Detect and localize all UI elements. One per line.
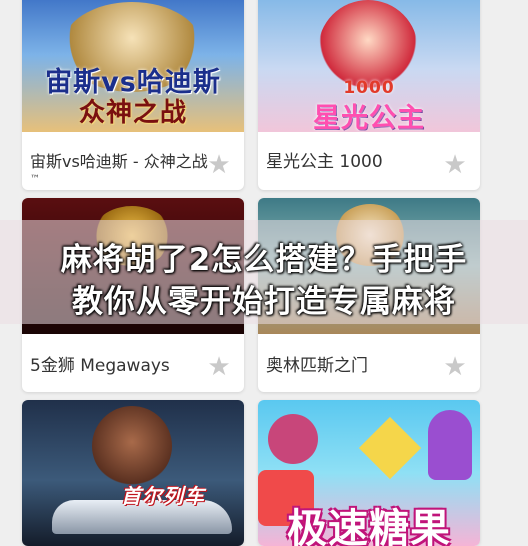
game-title[interactable]: 星光公主 1000 — [266, 152, 383, 172]
headline-line-2: 教你从零开始打造专属麻将 — [72, 284, 456, 320]
star-icon[interactable]: ★ — [442, 152, 468, 178]
game-card-sugar-rush[interactable]: 极速糖果 — [258, 400, 480, 546]
game-art-title: 首尔列车 — [121, 484, 205, 508]
game-art-subtitle: 众神之战 — [78, 98, 187, 128]
headline-line-1: 麻将胡了2怎么搭建？手把手 — [60, 242, 468, 278]
game-art-number: 1000 — [343, 78, 395, 98]
star-icon[interactable]: ★ — [206, 354, 232, 380]
game-thumbnail[interactable]: 极速糖果 — [258, 400, 480, 546]
game-thumbnail[interactable]: 首尔列车 — [22, 400, 244, 546]
game-card-zeus-vs-hades[interactable]: 宙斯vs哈迪斯 众神之战 宙斯vs哈迪斯 - 众神之战 ™ ★ — [22, 0, 244, 190]
game-thumbnail[interactable]: 宙斯vs哈迪斯 众神之战 — [22, 0, 244, 132]
game-title[interactable]: 奥林匹斯之门 — [266, 356, 368, 376]
game-card-seoul-train[interactable]: 首尔列车 — [22, 400, 244, 546]
game-art-title: 极速糖果 — [287, 506, 451, 546]
game-title[interactable]: 宙斯vs哈迪斯 - 众神之战 — [30, 152, 208, 172]
trademark-mark: ™ — [30, 174, 40, 185]
star-icon[interactable]: ★ — [206, 152, 232, 178]
game-thumbnail[interactable]: 1000 星光公主 — [258, 0, 480, 132]
game-art-title: 星光公主 — [313, 103, 425, 132]
star-icon[interactable]: ★ — [442, 354, 468, 380]
game-title[interactable]: 5金狮 Megaways — [30, 356, 170, 376]
game-card-starlight-princess[interactable]: 1000 星光公主 星光公主 1000 ★ — [258, 0, 480, 190]
